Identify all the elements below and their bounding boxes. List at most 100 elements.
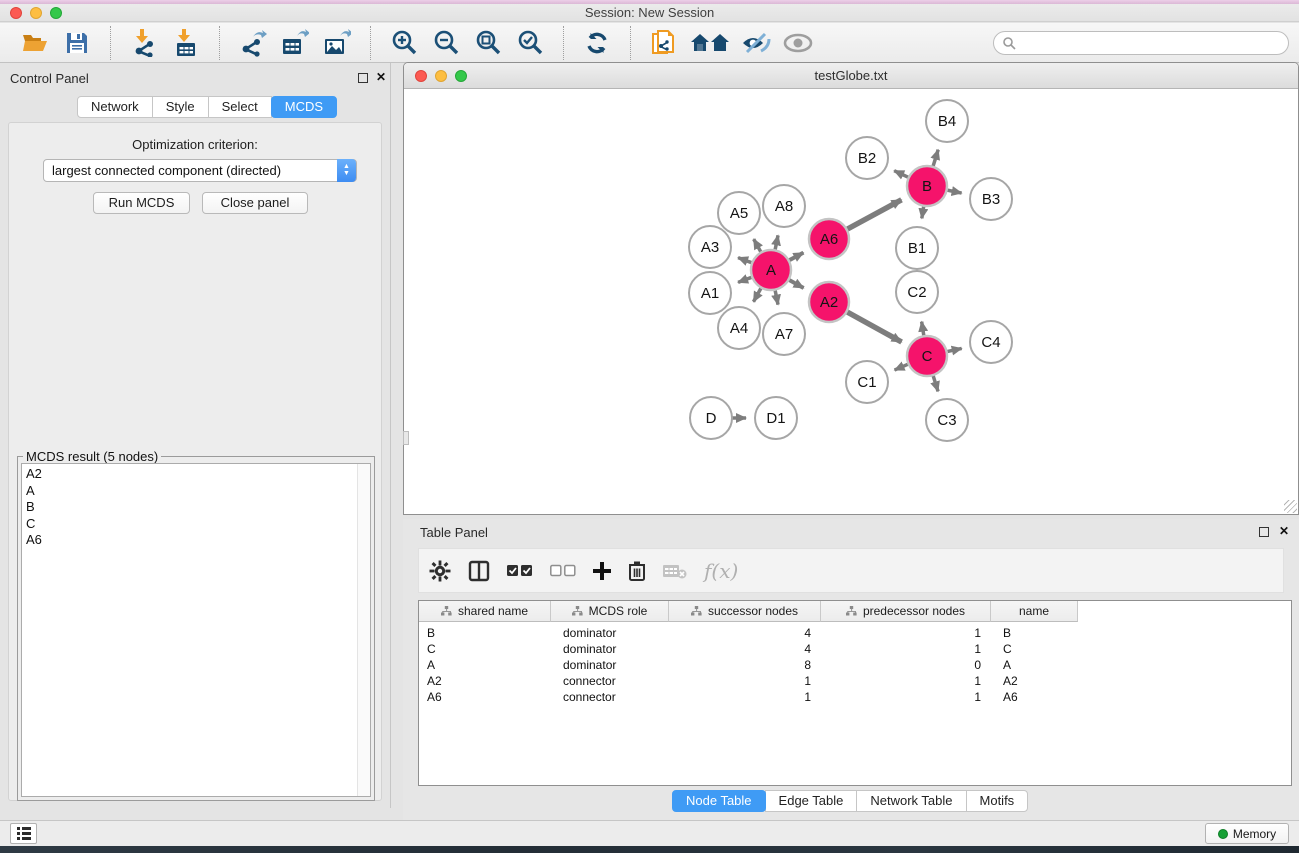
list-item[interactable]: A2 bbox=[26, 466, 42, 483]
column-header-name[interactable]: name bbox=[991, 601, 1078, 622]
save-session-icon[interactable] bbox=[61, 27, 93, 59]
tab-network-table[interactable]: Network Table bbox=[856, 790, 966, 812]
zoom-out-icon[interactable] bbox=[430, 27, 462, 59]
graph-node-A7[interactable]: A7 bbox=[763, 313, 805, 355]
duplicate-network-icon[interactable] bbox=[648, 27, 680, 59]
table-row[interactable]: A6connector11A6 bbox=[419, 689, 1291, 705]
graph-node-C2[interactable]: C2 bbox=[896, 271, 938, 313]
delete-column-icon[interactable] bbox=[628, 561, 646, 581]
first-neighbors-icon[interactable] bbox=[690, 27, 730, 59]
float-panel-icon[interactable] bbox=[358, 73, 368, 83]
window-resize-grip[interactable] bbox=[1284, 500, 1297, 513]
network-window-titlebar[interactable]: testGlobe.txt bbox=[404, 63, 1298, 89]
tab-style[interactable]: Style bbox=[152, 96, 209, 118]
tab-mcds[interactable]: MCDS bbox=[271, 96, 337, 118]
close-network-button[interactable] bbox=[415, 70, 427, 82]
column-header-shared-name[interactable]: shared name bbox=[419, 601, 551, 622]
list-item[interactable]: C bbox=[26, 516, 42, 533]
run-mcds-button[interactable]: Run MCDS bbox=[93, 192, 190, 214]
tab-select[interactable]: Select bbox=[208, 96, 272, 118]
close-panel-icon[interactable]: ✕ bbox=[376, 70, 386, 84]
graph-edge-B-B1[interactable] bbox=[922, 206, 924, 219]
close-table-panel-icon[interactable]: ✕ bbox=[1279, 524, 1289, 538]
graph-edge-C-C1[interactable] bbox=[895, 364, 909, 370]
graph-edge-A-A8[interactable] bbox=[775, 235, 778, 250]
column-header-predecessor-nodes[interactable]: predecessor nodes bbox=[821, 601, 991, 622]
export-network-icon[interactable] bbox=[237, 27, 269, 59]
graph-node-B2[interactable]: B2 bbox=[846, 137, 888, 179]
graph-edge-B-B4[interactable] bbox=[933, 150, 938, 167]
column-header-MCDS-role[interactable]: MCDS role bbox=[551, 601, 669, 622]
graph-edge-A-A7[interactable] bbox=[775, 290, 778, 305]
search-field[interactable] bbox=[993, 31, 1289, 55]
graph-node-B3[interactable]: B3 bbox=[970, 178, 1012, 220]
graph-edge-C-C4[interactable] bbox=[947, 348, 962, 351]
show-all-icon[interactable] bbox=[782, 27, 814, 59]
graph-edge-A-A1[interactable] bbox=[738, 277, 752, 282]
minimize-window-button[interactable] bbox=[30, 7, 42, 19]
zoom-window-button[interactable] bbox=[50, 7, 62, 19]
graph-edge-A6-B[interactable] bbox=[847, 200, 902, 230]
tab-network[interactable]: Network bbox=[77, 96, 153, 118]
table-row[interactable]: Adominator80A bbox=[419, 657, 1291, 673]
criterion-dropdown[interactable]: largest connected component (directed) ▲… bbox=[43, 159, 357, 182]
import-network-icon[interactable] bbox=[128, 27, 160, 59]
graph-node-A4[interactable]: A4 bbox=[718, 307, 760, 349]
import-table-icon[interactable] bbox=[170, 27, 202, 59]
float-table-panel-icon[interactable] bbox=[1259, 527, 1269, 537]
graph-edge-B-B3[interactable] bbox=[947, 190, 962, 193]
select-all-icon[interactable] bbox=[507, 564, 533, 578]
graph-node-C4[interactable]: C4 bbox=[970, 321, 1012, 363]
graph-node-B[interactable]: B bbox=[907, 166, 947, 206]
show-panels-button[interactable] bbox=[10, 823, 37, 844]
graph-node-C3[interactable]: C3 bbox=[926, 399, 968, 441]
graph-node-D1[interactable]: D1 bbox=[755, 397, 797, 439]
graph-edge-C-C3[interactable] bbox=[933, 375, 938, 391]
graph-node-A8[interactable]: A8 bbox=[763, 185, 805, 227]
minimize-network-button[interactable] bbox=[435, 70, 447, 82]
graph-edge-B-B2[interactable] bbox=[894, 171, 909, 178]
table-row[interactable]: Cdominator41C bbox=[419, 641, 1291, 657]
graph-node-A5[interactable]: A5 bbox=[718, 192, 760, 234]
graph-node-D[interactable]: D bbox=[690, 397, 732, 439]
open-session-icon[interactable] bbox=[19, 27, 51, 59]
list-scrollbar[interactable] bbox=[357, 464, 370, 796]
splitter-grip[interactable] bbox=[403, 431, 409, 445]
graph-node-A[interactable]: A bbox=[751, 250, 791, 290]
search-input[interactable] bbox=[1016, 36, 1288, 50]
table-settings-icon[interactable] bbox=[429, 560, 451, 582]
zoom-network-button[interactable] bbox=[455, 70, 467, 82]
graph-edge-C-C2[interactable] bbox=[922, 322, 924, 337]
zoom-selected-icon[interactable] bbox=[514, 27, 546, 59]
add-column-icon[interactable] bbox=[593, 562, 611, 580]
graph-node-A3[interactable]: A3 bbox=[689, 226, 731, 268]
close-window-button[interactable] bbox=[10, 7, 22, 19]
network-canvas[interactable]: B4B2BB3A5A8A6B1A3AC2A1A2A4A7C4CC1C3DD1 bbox=[404, 89, 1298, 514]
list-item[interactable]: B bbox=[26, 499, 42, 516]
zoom-in-icon[interactable] bbox=[388, 27, 420, 59]
tab-motifs[interactable]: Motifs bbox=[966, 790, 1029, 812]
tab-node-table[interactable]: Node Table bbox=[672, 790, 766, 812]
column-header-successor-nodes[interactable]: successor nodes bbox=[669, 601, 821, 622]
mcds-result-list[interactable]: A2ABCA6 bbox=[21, 463, 371, 797]
column-visibility-icon[interactable] bbox=[468, 560, 490, 582]
graph-node-B4[interactable]: B4 bbox=[926, 100, 968, 142]
graph-edge-A-A2[interactable] bbox=[789, 280, 804, 288]
graph-edge-A-A3[interactable] bbox=[738, 258, 752, 263]
graph-node-B1[interactable]: B1 bbox=[896, 227, 938, 269]
graph-edge-A-A5[interactable] bbox=[754, 239, 762, 252]
zoom-fit-icon[interactable] bbox=[472, 27, 504, 59]
close-panel-button[interactable]: Close panel bbox=[202, 192, 308, 214]
list-item[interactable]: A6 bbox=[26, 532, 42, 549]
table-row[interactable]: Bdominator41B bbox=[419, 625, 1291, 641]
graph-node-C[interactable]: C bbox=[907, 336, 947, 376]
graph-edge-A-A6[interactable] bbox=[789, 253, 804, 261]
graph-edge-A-A4[interactable] bbox=[753, 288, 761, 302]
graph-node-A6[interactable]: A6 bbox=[809, 219, 849, 259]
graph-node-A2[interactable]: A2 bbox=[809, 282, 849, 322]
export-table-icon[interactable] bbox=[279, 27, 311, 59]
graph-edge-A2-C[interactable] bbox=[847, 312, 902, 342]
memory-button[interactable]: Memory bbox=[1205, 823, 1289, 844]
tab-edge-table[interactable]: Edge Table bbox=[765, 790, 858, 812]
graph-node-A1[interactable]: A1 bbox=[689, 272, 731, 314]
